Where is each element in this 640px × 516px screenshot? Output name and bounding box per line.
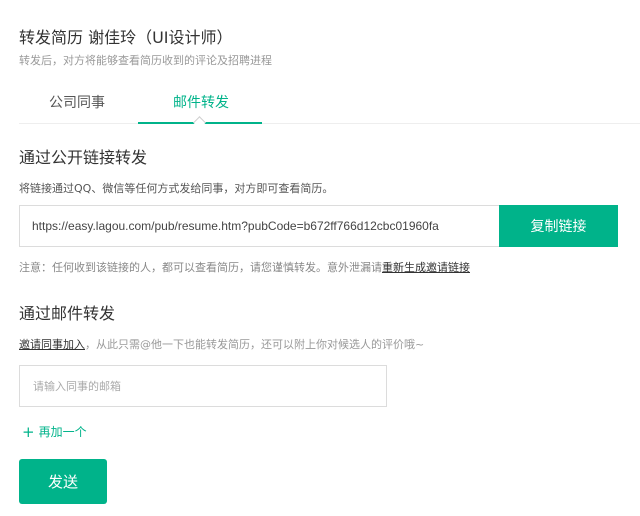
invite-description-text: ，从此只需@他一下也能转发简历，还可以附上你对候选人的评价哦~ <box>85 338 425 351</box>
active-tab-caret-icon <box>193 116 206 129</box>
plus-icon: + <box>22 422 35 441</box>
tab-bar: 公司同事 邮件转发 <box>19 82 640 129</box>
notice-text: 注意：任何收到该链接的人，都可以查看简历，请您谨慎转发。意外泄漏请 <box>19 261 382 274</box>
add-another-label: 再加一个 <box>38 425 87 439</box>
email-section-title: 通过邮件转发 <box>19 304 116 323</box>
add-another-email-button[interactable]: + 再加一个 <box>22 423 87 440</box>
share-link-url[interactable]: https://easy.lagou.com/pub/resume.htm?pu… <box>32 219 439 233</box>
send-button[interactable]: 发送 <box>19 459 107 504</box>
page-subtitle: 转发后，对方将能够查看简历收到的评论及招聘进程 <box>19 54 272 67</box>
invite-colleague-link[interactable]: 邀请同事加入 <box>19 338 85 351</box>
public-link-section-title: 通过公开链接转发 <box>19 148 148 167</box>
share-link-notice: 注意：任何收到该链接的人，都可以查看简历，请您谨慎转发。意外泄漏请重新生成邀请链… <box>19 259 470 275</box>
public-link-description: 将链接通过QQ、微信等任何方式发给同事，对方即可查看简历。 <box>19 182 334 195</box>
email-section-description: 邀请同事加入，从此只需@他一下也能转发简历，还可以附上你对候选人的评价哦~ <box>19 336 424 352</box>
copy-link-button[interactable]: 复制链接 <box>499 205 618 247</box>
share-link-field[interactable]: https://easy.lagou.com/pub/resume.htm?pu… <box>19 205 499 247</box>
regenerate-link[interactable]: 重新生成邀请链接 <box>382 261 470 274</box>
tab-colleagues[interactable]: 公司同事 <box>49 92 105 112</box>
colleague-email-input[interactable] <box>19 365 387 407</box>
tab-email-forward[interactable]: 邮件转发 <box>173 92 229 112</box>
page-title: 转发简历 谢佳玲（UI设计师） <box>19 28 233 47</box>
